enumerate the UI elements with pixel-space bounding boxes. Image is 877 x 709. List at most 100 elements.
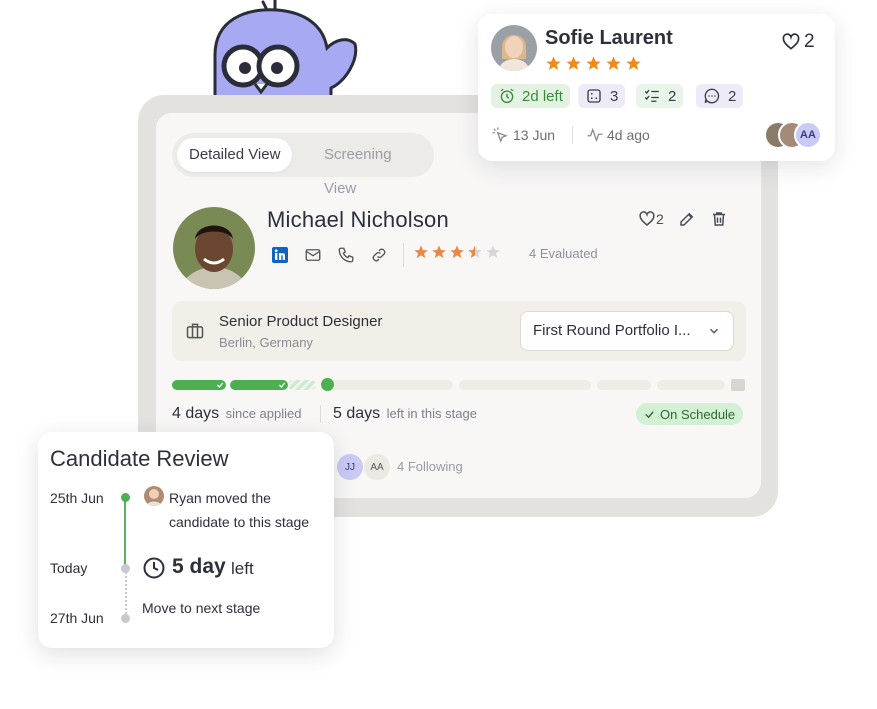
edit-icon <box>680 212 694 226</box>
stage-select-value: First Round Portfolio I... <box>533 322 691 339</box>
candidate-rating <box>545 55 645 72</box>
star-icon <box>432 245 446 258</box>
phone-icon[interactable] <box>336 245 356 265</box>
briefcase-icon <box>185 321 205 346</box>
progress-segment-current <box>321 380 453 390</box>
heart-icon <box>782 33 800 50</box>
star-icon <box>586 56 601 70</box>
candidate-avatar <box>491 25 537 71</box>
half-star-icon <box>468 245 482 258</box>
on-schedule-badge: On Schedule <box>636 403 744 425</box>
star-icon <box>606 56 621 70</box>
comment-icon <box>704 88 720 104</box>
user-avatar <box>144 486 164 506</box>
chevron-down-icon <box>707 324 721 343</box>
star-icon <box>450 245 464 258</box>
comments-count: 2 <box>728 87 737 105</box>
days-left-suffix: left in this stage <box>386 406 477 421</box>
notes-count: 3 <box>610 87 619 105</box>
timeline-dot <box>121 614 130 623</box>
tab-detailed-view[interactable]: Detailed View <box>177 138 293 172</box>
timeline-dot <box>121 564 130 573</box>
note-icon <box>587 89 601 103</box>
cursor-click-icon <box>491 126 509 149</box>
candidate-name: Michael Nicholson <box>267 207 449 232</box>
mail-icon[interactable] <box>303 245 323 265</box>
job-title: Senior Product Designer <box>219 313 383 330</box>
progress-segment-pending <box>459 380 591 390</box>
time-left-chip: 2d left <box>491 84 570 108</box>
notes-chip: 3 <box>578 84 626 108</box>
days-left-in-stage: 5 days left in this stage <box>333 405 477 423</box>
candidate-avatar <box>173 207 255 289</box>
next-step-text: Move to next stage <box>142 600 261 616</box>
tasks-chip: 2 <box>636 84 684 108</box>
following-count[interactable]: 4 Following <box>397 459 463 474</box>
activity-icon <box>585 126 605 149</box>
candidate-review-card: Candidate Review 25th Jun Today 27th Jun… <box>38 432 334 648</box>
candidate-actions: 2 <box>638 210 742 228</box>
trash-icon <box>712 212 725 226</box>
timeline-line <box>124 497 126 569</box>
clock-icon <box>142 556 166 585</box>
stage-select[interactable]: First Round Portfolio I... <box>520 311 734 351</box>
like-count: 2 <box>656 211 664 227</box>
check-icon <box>645 410 654 418</box>
time-left-text: 2d left <box>522 87 563 105</box>
timeline-event-text: Ryan moved the candidate to this stage <box>169 490 310 530</box>
star-icon <box>626 56 641 70</box>
candidate-rating <box>413 244 503 260</box>
follower-avatar: AA <box>364 454 390 480</box>
divider <box>320 405 321 423</box>
days-applied-value: 4 days <box>172 405 220 422</box>
candidate-name: Sofie Laurent <box>545 27 673 49</box>
star-icon <box>414 245 428 258</box>
heart-icon <box>639 211 655 226</box>
star-icon <box>566 56 581 70</box>
days-since-applied: 4 days since applied <box>172 405 301 423</box>
timeline-date: Today <box>50 560 88 576</box>
check-icon <box>216 382 224 388</box>
timeline-date: 27th Jun <box>50 610 104 626</box>
days-remaining: 5 day <box>172 555 226 578</box>
team-avatar-initials: AA <box>794 121 822 149</box>
evaluated-count: 4 Evaluated <box>529 246 598 261</box>
link-icon[interactable] <box>369 245 389 265</box>
contact-links <box>270 244 402 266</box>
job-row: Senior Product Designer Berlin, Germany … <box>172 301 746 361</box>
progress-segment-pending <box>657 380 725 390</box>
view-toggle: Detailed View Screening View <box>172 133 434 197</box>
progress-current-dot <box>321 378 334 391</box>
divider <box>572 126 573 144</box>
days-applied-suffix: since applied <box>225 406 302 421</box>
delete-button[interactable] <box>710 210 728 228</box>
progress-segment-pending <box>597 380 651 390</box>
edit-button[interactable] <box>678 210 696 228</box>
follower-avatar: JJ <box>337 454 363 480</box>
candidate-summary-card[interactable]: Sofie Laurent 2 2d left 3 2 2 13 Jun 4d … <box>478 14 835 161</box>
like-button[interactable]: 2 <box>638 210 664 228</box>
days-remaining-suffix: left <box>231 559 254 578</box>
review-title: Candidate Review <box>50 446 229 471</box>
tab-screening-view[interactable]: Screening View <box>312 138 434 197</box>
star-empty-icon <box>486 245 500 258</box>
timeline-line-pending <box>125 572 127 618</box>
divider <box>403 243 404 267</box>
linkedin-icon[interactable] <box>270 245 290 265</box>
progress-segment-complete <box>230 380 288 390</box>
alarm-clock-icon <box>500 88 514 104</box>
on-schedule-label: On Schedule <box>660 406 736 422</box>
tasks-count: 2 <box>668 87 677 105</box>
job-location: Berlin, Germany <box>219 335 313 350</box>
applied-date: 13 Jun <box>513 127 556 143</box>
progress-segment-partial <box>288 380 316 390</box>
star-icon <box>546 56 561 70</box>
last-activity: 4d ago <box>607 127 650 143</box>
timeline-dot <box>121 493 130 502</box>
check-icon <box>278 382 286 388</box>
progress-segment-complete <box>172 380 226 390</box>
checklist-icon <box>644 89 659 102</box>
days-left-value: 5 days <box>333 405 381 422</box>
like-count: 2 <box>804 31 815 52</box>
like-button[interactable]: 2 <box>781 31 815 53</box>
